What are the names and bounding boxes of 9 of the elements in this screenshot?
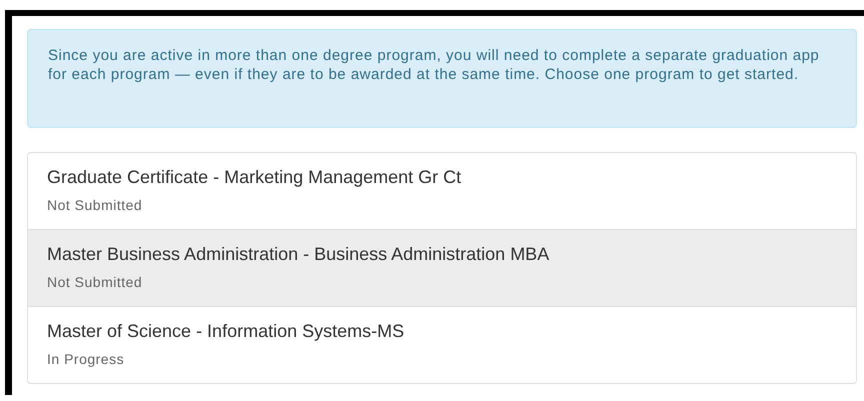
info-alert: Since you are active in more than one degree program, you will need to complete a separate graduation app for each program — even if they are to be awarded at the same time. Choose one program to get started. [27,29,857,128]
program-item[interactable]: Master Business Administration - Business Administration MBA Not Submitted [28,229,856,306]
program-title: Master Business Administration - Business Administration MBA [47,243,550,266]
program-item[interactable]: Master of Science - Information Systems-MS In Progress [28,306,856,383]
program-title: Master of Science - Information Systems-MS [47,320,404,343]
program-status: Not Submitted [47,274,142,291]
program-status: Not Submitted [47,197,142,214]
program-title: Graduate Certificate - Marketing Management Gr Ct [47,166,462,189]
program-status: In Progress [47,351,124,368]
